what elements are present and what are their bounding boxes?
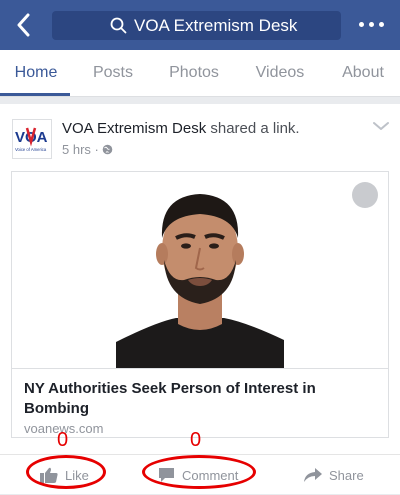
- post-header: VOA Extremism Desk shared a link.: [62, 120, 300, 137]
- post-time[interactable]: 5 hrs: [62, 142, 91, 157]
- post-action-text: shared a link.: [210, 120, 300, 137]
- comment-icon: [159, 468, 174, 482]
- dot-icon: [359, 22, 364, 27]
- comment-label: Comment: [182, 467, 239, 483]
- active-tab-indicator: [0, 93, 70, 96]
- share-label: Share: [329, 467, 364, 483]
- tab-posts[interactable]: Posts: [80, 50, 146, 96]
- dot-icon: [369, 22, 374, 27]
- page-tabs: Home Posts Photos Videos About: [0, 50, 400, 97]
- search-icon: [110, 17, 127, 34]
- voa-logo: VOA Voice of America: [15, 127, 48, 152]
- search-text: VOA Extremism Desk: [134, 16, 298, 35]
- globe-icon: [103, 144, 113, 155]
- tab-videos[interactable]: Videos: [246, 50, 314, 96]
- post-meta: 5 hrs ·: [62, 142, 113, 157]
- tab-home[interactable]: Home: [0, 50, 72, 96]
- thumbs-up-icon: [40, 467, 58, 483]
- more-options-button[interactable]: [357, 15, 387, 35]
- like-count-annotation: 0: [57, 429, 69, 451]
- link-preview[interactable]: NY Authorities Seek Person of Interest i…: [11, 171, 389, 438]
- instant-article-badge: [352, 182, 378, 208]
- dot-icon: [379, 22, 384, 27]
- back-button[interactable]: [8, 9, 38, 41]
- like-button[interactable]: Like: [40, 455, 89, 495]
- like-label: Like: [65, 467, 89, 483]
- tab-about[interactable]: About: [332, 50, 394, 96]
- author-name[interactable]: VOA Extremism Desk: [62, 120, 206, 137]
- comment-button[interactable]: Comment: [158, 455, 238, 495]
- tab-photos[interactable]: Photos: [160, 50, 228, 96]
- link-text: NY Authorities Seek Person of Interest i…: [12, 368, 388, 437]
- portrait-image: [116, 172, 284, 368]
- share-arrow-icon: [304, 468, 322, 482]
- separator-dot: ·: [94, 142, 103, 157]
- search-bar[interactable]: VOA Extremism Desk: [52, 11, 341, 40]
- avatar[interactable]: VOA Voice of America: [12, 119, 52, 159]
- top-bar: VOA Extremism Desk: [0, 0, 400, 50]
- post-actions: Like Comment Share: [0, 454, 400, 495]
- chevron-left-icon: [17, 13, 30, 37]
- chevron-down-icon[interactable]: [372, 120, 390, 132]
- comment-count-annotation: 0: [190, 429, 202, 451]
- avatar-subtext: Voice of America: [15, 147, 47, 152]
- share-button[interactable]: Share: [304, 455, 364, 495]
- link-headline[interactable]: NY Authorities Seek Person of Interest i…: [24, 379, 380, 419]
- link-image: [12, 172, 388, 368]
